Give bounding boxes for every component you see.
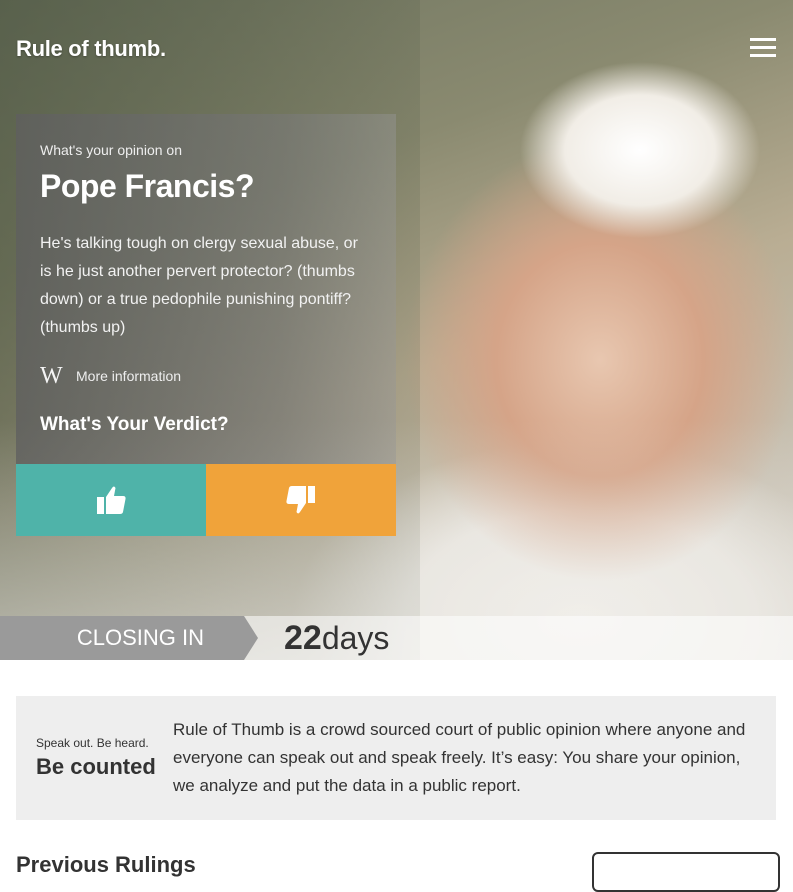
about-tagline-small: Speak out. Be heard.: [36, 736, 149, 750]
countdown-number: 22: [284, 619, 322, 657]
about-tagline-big: Be counted: [36, 754, 156, 779]
previous-rulings-button[interactable]: [592, 852, 780, 892]
thumbs-up-icon: [97, 486, 126, 514]
vote-up-button[interactable]: [16, 464, 206, 536]
site-logo[interactable]: Rule of thumb.: [16, 36, 166, 62]
thumbs-down-icon: [286, 486, 315, 514]
poll-topic: Pope Francis?: [40, 168, 255, 204]
closing-arrow-icon: [244, 616, 258, 660]
more-information-link[interactable]: W More information: [40, 364, 181, 388]
vote-down-button[interactable]: [206, 464, 396, 536]
hamburger-menu-icon[interactable]: [750, 38, 776, 58]
more-information-label: More information: [76, 368, 182, 384]
closing-countdown: 22 days: [284, 616, 389, 660]
about-section: Speak out. Be heard. Be counted Rule of …: [16, 696, 776, 820]
closing-label: CLOSING IN: [0, 616, 244, 660]
previous-rulings-title: Previous Rulings: [16, 852, 196, 877]
poll-intro: What's your opinion on: [40, 142, 182, 158]
wikipedia-icon: W: [40, 363, 63, 389]
poll-description: He's talking tough on clergy sexual abus…: [40, 235, 358, 336]
countdown-unit: days: [321, 620, 390, 656]
about-text: Rule of Thumb is a crowd sourced court o…: [173, 720, 746, 795]
poll-card: What's your opinion on Pope Francis? He'…: [16, 114, 396, 464]
verdict-prompt: What's Your Verdict?: [40, 414, 229, 435]
